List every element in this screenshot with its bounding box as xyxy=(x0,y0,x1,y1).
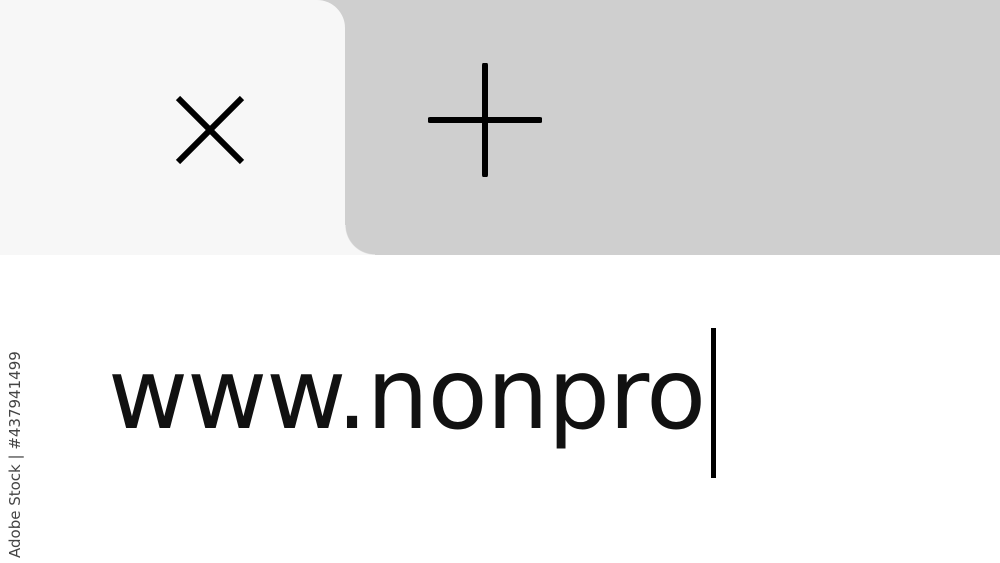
watermark-text: Adobe Stock | #437941499 xyxy=(6,351,24,558)
plus-icon xyxy=(428,63,542,177)
new-tab-button[interactable] xyxy=(420,55,550,185)
address-input[interactable]: www.nonpro xyxy=(108,328,908,478)
address-text: www.nonpro xyxy=(108,338,706,452)
close-icon xyxy=(175,95,245,165)
text-caret xyxy=(711,328,717,478)
tab-strip xyxy=(0,0,1000,255)
close-tab-button[interactable] xyxy=(160,80,260,180)
active-tab[interactable] xyxy=(0,0,375,255)
